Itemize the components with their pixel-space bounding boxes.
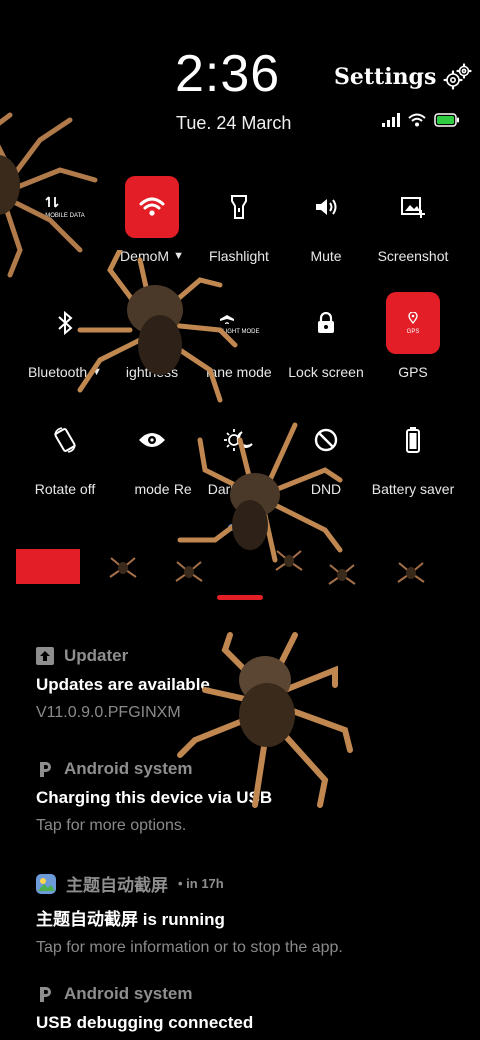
- android-system-icon: [40, 762, 51, 777]
- notification-body: Tap for more options.: [36, 817, 187, 834]
- notification-title: USB debugging connected: [36, 1013, 254, 1032]
- notification-android-usb-debugging[interactable]: Android system USB debugging connected: [36, 984, 456, 1033]
- tile-eye-mode-label: mode: [134, 481, 170, 497]
- notification-app-name: Updater: [64, 646, 129, 665]
- gear-icon: [443, 63, 472, 90]
- wifi-status-icon: [408, 113, 426, 127]
- notification-app-name: 主题自动截屏: [66, 876, 168, 895]
- tile-rotate[interactable]: Rotate off: [20, 409, 110, 497]
- rotate-icon[interactable]: [38, 409, 92, 471]
- eye-icon[interactable]: [125, 409, 179, 471]
- settings-label: Settings: [334, 64, 437, 90]
- signal-icon: [382, 113, 400, 127]
- notification-app-name: Android system: [64, 759, 193, 778]
- red-block: [16, 549, 80, 584]
- tile-battery-saver-label: Battery saver: [371, 481, 455, 497]
- tile-rotate-label: Rotate off: [34, 481, 96, 497]
- volume-icon[interactable]: [299, 176, 353, 238]
- tile-gps[interactable]: GPS GPS: [368, 292, 458, 380]
- spider-image: [275, 550, 303, 571]
- wifi-icon[interactable]: [125, 176, 179, 238]
- spider-image: [177, 632, 353, 808]
- battery-icon[interactable]: [386, 409, 440, 471]
- gps-text: GPS: [406, 328, 420, 335]
- notification-body: Tap for more information or to stop the …: [36, 939, 343, 956]
- spider-image: [175, 561, 203, 582]
- notification-theme-screenshot[interactable]: 主题自动截屏 • in 17h 主题自动截屏 is running Tap fo…: [36, 871, 456, 957]
- status-bar-icons: [382, 113, 460, 127]
- tile-mute[interactable]: Mute: [281, 176, 371, 264]
- tile-screenshot[interactable]: Screenshot: [368, 176, 458, 264]
- android-system-icon: [40, 987, 51, 1002]
- battery-status-icon: [434, 113, 459, 127]
- tile-lock-screen[interactable]: Lock screen: [281, 292, 371, 380]
- screenshot-icon[interactable]: [386, 176, 440, 238]
- updater-icon: [36, 647, 54, 665]
- notification-title: 主题自动截屏 is running: [36, 910, 225, 929]
- spider-image: [397, 562, 425, 583]
- handle-bar[interactable]: [217, 595, 263, 600]
- theme-app-icon: [36, 873, 56, 894]
- flashlight-icon[interactable]: [212, 176, 266, 238]
- notification-time: • in 17h: [178, 876, 224, 891]
- tile-gps-label: GPS: [398, 364, 428, 380]
- date[interactable]: Tue. 24 March: [176, 113, 291, 134]
- tile-screenshot-label: Screenshot: [377, 248, 449, 264]
- spider-image: [328, 564, 356, 585]
- spider-image: [177, 422, 343, 563]
- spider-image: [109, 557, 137, 578]
- lock-icon[interactable]: [299, 292, 353, 354]
- gps-icon[interactable]: GPS: [386, 292, 440, 354]
- tile-mute-label: Mute: [310, 248, 342, 264]
- notification-shade: 2:36 Tue. 24 March Settings MOBILE DATA …: [0, 0, 480, 1040]
- tile-lock-screen-label: Lock screen: [288, 364, 364, 380]
- clock[interactable]: 2:36: [175, 44, 280, 104]
- settings-button[interactable]: Settings: [334, 63, 472, 91]
- notification-app-name: Android system: [64, 984, 193, 1003]
- spider-image: [77, 250, 238, 403]
- tile-battery-saver[interactable]: Battery saver: [368, 409, 458, 497]
